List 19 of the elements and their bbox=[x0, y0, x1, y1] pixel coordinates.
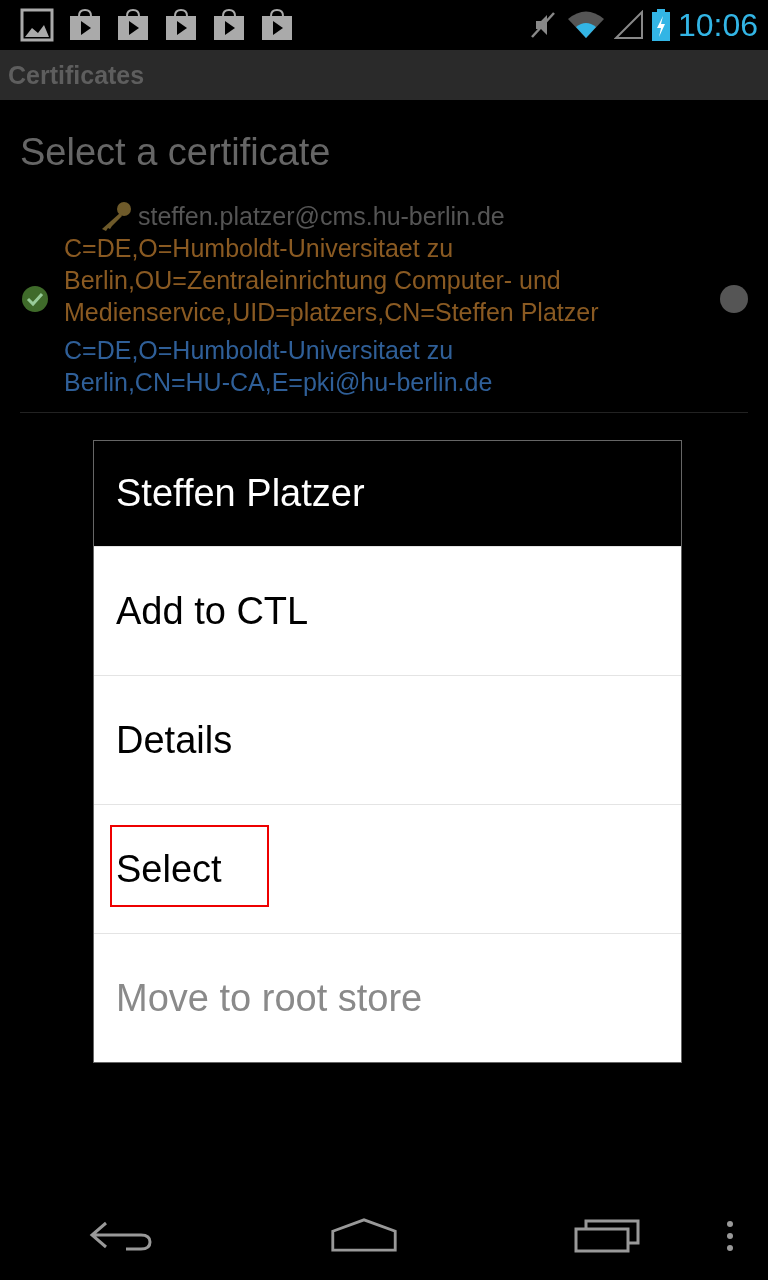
certificate-issuer: C=DE,O=Humboldt-Universitaet zu Berlin,CN=HU-CA,E=pki@hu-berlin.de bbox=[64, 335, 494, 398]
certificate-name: steffen.platzer@cms.hu-berlin.de bbox=[138, 201, 505, 232]
menu-item[interactable]: Select bbox=[94, 804, 681, 933]
menu-item[interactable]: Add to CTL bbox=[94, 546, 681, 675]
signal-icon bbox=[613, 10, 644, 40]
battery-charging-icon bbox=[651, 9, 670, 41]
radio-button[interactable] bbox=[720, 285, 748, 313]
page-heading: Select a certificate bbox=[20, 130, 332, 174]
certificate-subject: C=DE,O=Humboldt-Universitaet zu Berlin,OU=Zentraleinrichtung Computer- und Medienservice,UID=platzers,CN=Steffen Platzer bbox=[64, 233, 600, 328]
menu-item[interactable]: Details bbox=[94, 675, 681, 804]
shopping-bag-icon bbox=[164, 8, 198, 42]
shopping-bag-icon bbox=[68, 8, 102, 42]
wifi-icon bbox=[565, 10, 606, 40]
clock-time: 10:06 bbox=[677, 6, 758, 44]
menu-icon[interactable] bbox=[726, 1220, 734, 1252]
shopping-bag-icon bbox=[260, 8, 294, 42]
image-icon bbox=[20, 8, 54, 42]
shopping-bag-icon bbox=[116, 8, 150, 42]
shopping-bag-icon bbox=[212, 8, 246, 42]
